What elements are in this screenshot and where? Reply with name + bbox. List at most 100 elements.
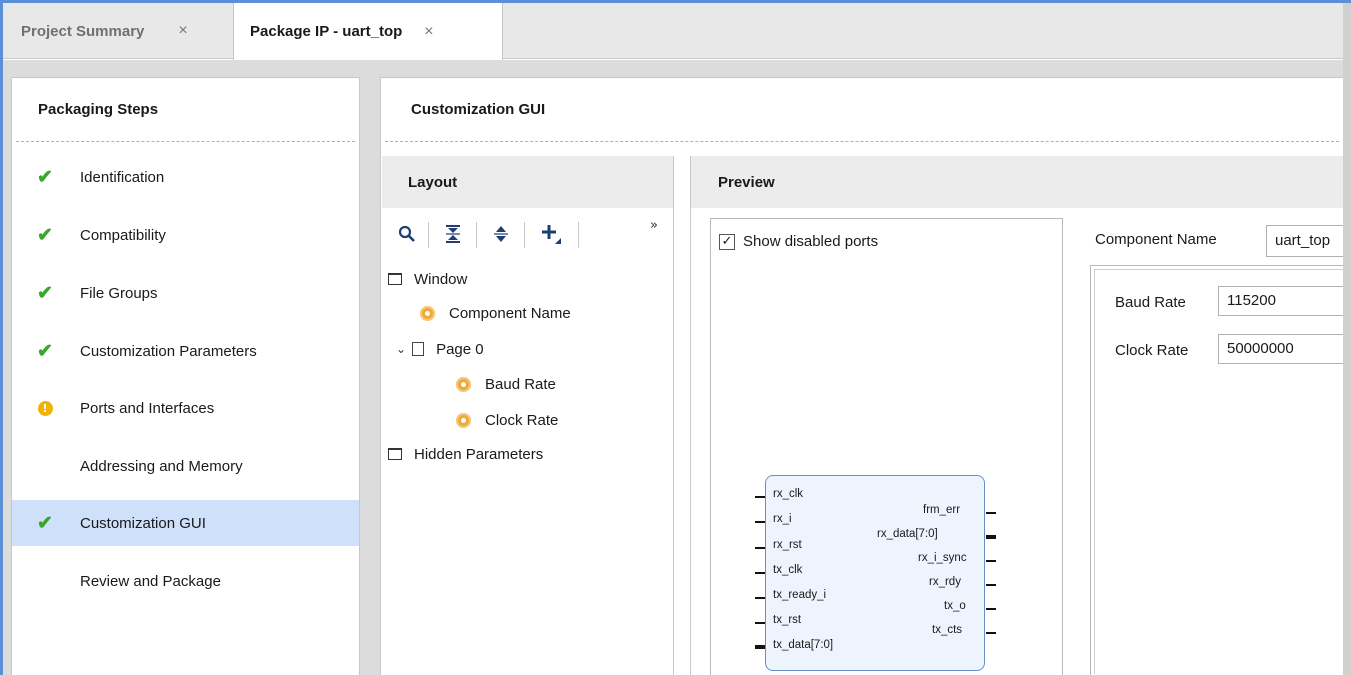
tab-label: Project Summary: [21, 22, 145, 40]
page0-parameter-box: [1090, 265, 1351, 675]
port-label: frm_err: [923, 504, 961, 516]
check-icon: ✔: [37, 512, 53, 534]
tree-item-component-name[interactable]: Component Name: [420, 301, 571, 325]
port-pin: [986, 560, 996, 562]
gear-icon: [456, 412, 471, 428]
gear-icon: [420, 305, 435, 321]
baud-rate-field[interactable]: 115200: [1218, 286, 1351, 316]
toolbar-separator: [578, 222, 579, 248]
port-label: rx_rdy: [929, 576, 961, 588]
port-pin: [755, 572, 765, 574]
toolbar-separator: [524, 222, 525, 248]
step-label: Review and Package: [80, 572, 221, 590]
step-addressing-and-memory[interactable]: Addressing and Memory: [12, 443, 359, 489]
port-label: tx_ready_i: [773, 589, 827, 601]
step-label: Customization GUI: [80, 514, 206, 532]
tree-label: Clock Rate: [485, 411, 559, 429]
tree-label: Page 0: [436, 340, 484, 358]
expand-all-icon[interactable]: [486, 218, 516, 250]
show-disabled-ports-toggle[interactable]: ✓ Show disabled ports: [719, 233, 878, 250]
tree-item-window[interactable]: Window: [388, 267, 467, 291]
page0-inner-frame: [1094, 269, 1351, 674]
baud-rate-label: Baud Rate: [1115, 294, 1186, 311]
port-label: tx_clk: [773, 564, 803, 576]
port-pin: [755, 547, 765, 549]
port-pin: [986, 584, 996, 586]
check-icon: ✔: [37, 224, 53, 246]
tab-package-ip[interactable]: Package IP - uart_top ×: [233, 3, 503, 60]
chevron-down-icon[interactable]: ⌄: [396, 342, 406, 356]
tab-bar: Project Summary × Package IP - uart_top …: [3, 3, 1343, 60]
search-icon[interactable]: [392, 218, 422, 250]
close-icon[interactable]: ×: [178, 22, 187, 40]
layout-panel: Layout » Window Component Name ⌄ Page 0: [382, 156, 674, 675]
port-pin: [986, 608, 996, 610]
step-label: Compatibility: [80, 226, 166, 244]
collapse-all-icon[interactable]: [438, 218, 468, 250]
add-icon[interactable]: [536, 218, 566, 250]
tab-project-summary[interactable]: Project Summary ×: [3, 3, 231, 59]
preview-title: Preview: [691, 156, 1343, 208]
window-icon: [388, 273, 402, 285]
step-label: File Groups: [80, 284, 158, 302]
show-disabled-ports-label: Show disabled ports: [743, 233, 879, 250]
tree-item-hidden-parameters[interactable]: Hidden Parameters: [388, 442, 543, 466]
component-name-label: Component Name: [1095, 231, 1217, 248]
step-review-and-package[interactable]: Review and Package: [12, 558, 359, 604]
more-icon[interactable]: »: [650, 218, 658, 233]
layout-toolbar: »: [382, 218, 672, 256]
port-label: tx_o: [944, 600, 966, 612]
port-label: rx_i_sync: [918, 552, 967, 564]
close-icon[interactable]: ×: [424, 23, 433, 41]
tab-label: Package IP - uart_top: [250, 23, 403, 40]
checkbox[interactable]: ✓: [719, 233, 735, 250]
window-icon: [388, 448, 402, 460]
port-bus-pin: [986, 535, 996, 539]
tree-label: Window: [414, 270, 468, 288]
port-label: rx_i: [773, 513, 792, 525]
step-file-groups[interactable]: ✔ File Groups: [12, 270, 359, 316]
layout-title: Layout: [382, 156, 673, 208]
step-label: Identification: [80, 168, 165, 186]
tree-item-baud-rate[interactable]: Baud Rate: [456, 372, 556, 396]
toolbar-separator: [428, 222, 429, 248]
clock-rate-label: Clock Rate: [1115, 342, 1189, 359]
port-label: tx_data[7:0]: [773, 639, 834, 651]
step-label: Customization Parameters: [80, 342, 257, 360]
step-customization-parameters[interactable]: ✔ Customization Parameters: [12, 328, 359, 374]
port-pin: [755, 597, 765, 599]
toolbar-separator: [476, 222, 477, 248]
step-compatibility[interactable]: ✔ Compatibility: [12, 212, 359, 258]
port-pin: [755, 521, 765, 523]
clock-rate-field[interactable]: 50000000: [1218, 334, 1351, 364]
check-icon: ✔: [37, 282, 53, 304]
port-label: rx_rst: [773, 539, 802, 551]
tree-label: Component Name: [449, 304, 571, 322]
page-icon: [412, 342, 425, 356]
port-label: rx_data[7:0]: [877, 528, 938, 540]
port-label: tx_cts: [932, 624, 963, 636]
port-label: tx_rst: [773, 614, 802, 626]
step-identification[interactable]: ✔ Identification: [12, 154, 359, 200]
port-label: rx_clk: [773, 488, 804, 500]
tree-item-page0[interactable]: ⌄ Page 0: [396, 337, 484, 361]
right-edge-strip: [1343, 3, 1351, 675]
packaging-steps-title: Packaging Steps: [16, 78, 355, 142]
port-pin: [755, 496, 765, 498]
tree-label: Baud Rate: [485, 375, 556, 393]
check-icon: ✔: [37, 340, 53, 362]
component-name-field[interactable]: uart_top: [1266, 225, 1351, 257]
warning-icon: !: [36, 385, 54, 431]
step-label: Addressing and Memory: [80, 457, 243, 475]
step-customization-gui[interactable]: ✔ Customization GUI: [12, 500, 359, 546]
port-pin: [986, 632, 996, 634]
port-pin: [755, 622, 765, 624]
tree-label: Hidden Parameters: [414, 445, 544, 463]
customization-gui-title: Customization GUI: [385, 78, 1339, 142]
step-ports-and-interfaces[interactable]: ! Ports and Interfaces: [12, 385, 359, 431]
check-icon: ✔: [37, 166, 53, 188]
port-bus-pin: [755, 645, 765, 649]
gear-icon: [456, 376, 471, 392]
port-pin: [986, 512, 996, 514]
tree-item-clock-rate[interactable]: Clock Rate: [456, 408, 558, 432]
